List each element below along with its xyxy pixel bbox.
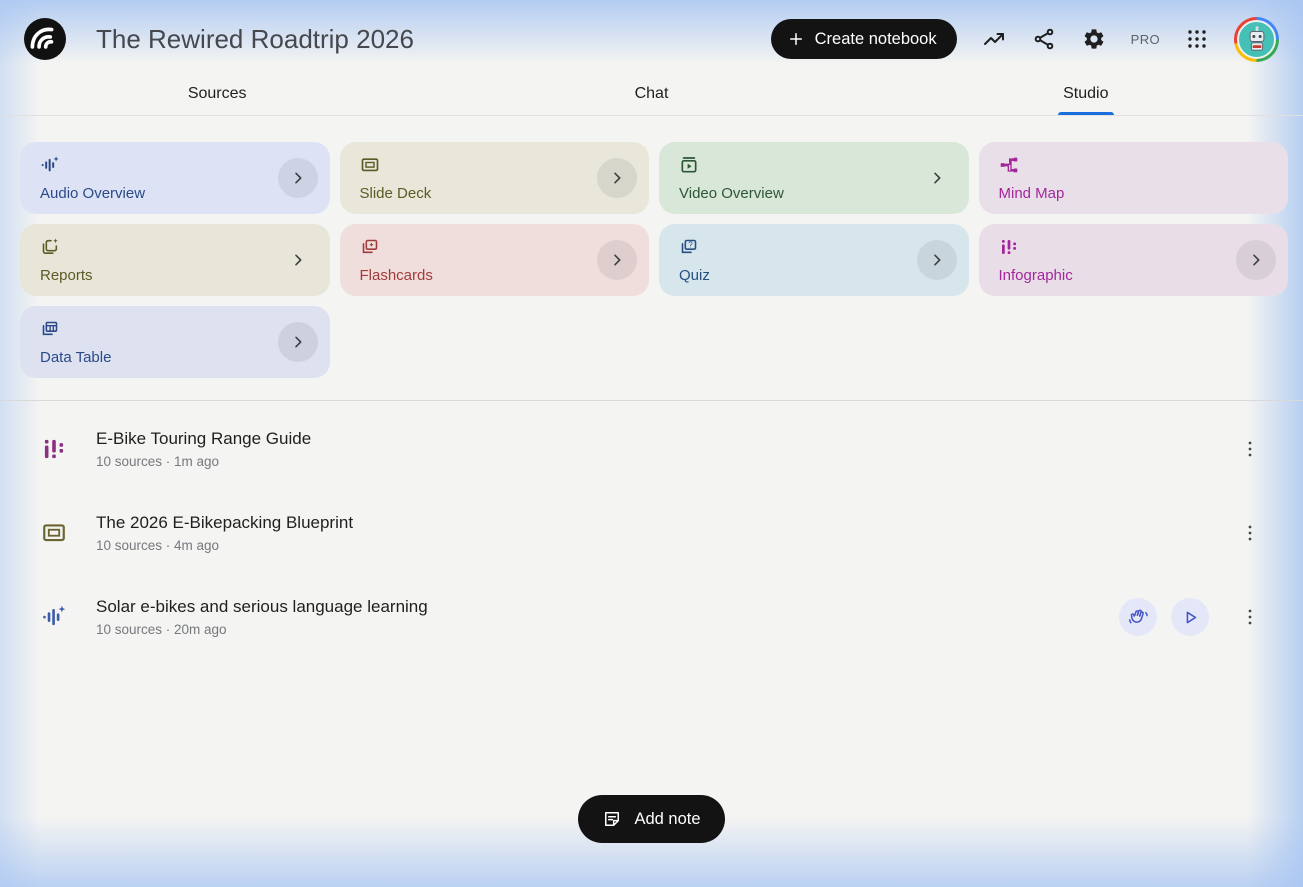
header-actions: Create notebook PRO xyxy=(770,16,1279,62)
audio-waveform-sparkle-icon xyxy=(40,603,68,631)
card-video-overview[interactable]: Video Overview xyxy=(659,142,969,214)
artifact-meta: 10 sources · 20m ago xyxy=(96,622,227,637)
share-icon[interactable] xyxy=(1031,26,1057,52)
pro-badge: PRO xyxy=(1130,31,1160,47)
notebooklm-logo-icon[interactable] xyxy=(24,18,66,60)
list-item-slide-deck-artifact[interactable]: The 2026 E-Bikepacking Blueprint 10 sour… xyxy=(26,491,1277,575)
avatar-robot-image xyxy=(1237,19,1276,59)
slide-deck-icon xyxy=(40,519,68,547)
card-reports[interactable]: Reports xyxy=(20,224,330,296)
data-table-icon xyxy=(42,321,58,336)
tab-sources[interactable]: Sources xyxy=(0,72,434,115)
chevron-right-icon[interactable] xyxy=(597,158,637,198)
play-audio-icon[interactable] xyxy=(1171,598,1209,636)
tab-studio[interactable]: Studio xyxy=(869,72,1303,115)
card-quiz[interactable]: ? Quiz xyxy=(659,224,969,296)
interactive-mode-hand-icon[interactable] xyxy=(1119,598,1157,636)
artifact-list: E-Bike Touring Range Guide 10 sources · … xyxy=(0,401,1303,659)
reports-sparkle-icon xyxy=(42,238,58,254)
card-flashcards[interactable]: Flashcards xyxy=(339,224,649,296)
svg-text:?: ? xyxy=(688,240,693,249)
plus-icon xyxy=(787,30,805,48)
more-options-icon[interactable] xyxy=(1237,604,1263,630)
chevron-right-icon[interactable] xyxy=(597,240,637,280)
artifact-meta: 10 sources · 1m ago xyxy=(96,454,220,469)
video-overview-icon xyxy=(681,157,697,173)
list-item-infographic-artifact[interactable]: E-Bike Touring Range Guide 10 sources · … xyxy=(26,407,1277,491)
notebook-title[interactable]: The Rewired Roadtrip 2026 xyxy=(96,24,414,55)
add-note-label: Add note xyxy=(634,809,701,828)
more-options-icon[interactable] xyxy=(1237,436,1263,462)
infographic-bars-icon xyxy=(1001,240,1016,254)
card-data-table[interactable]: Data Table xyxy=(20,306,330,378)
create-notebook-button[interactable]: Create notebook xyxy=(770,19,957,59)
chevron-right-icon[interactable] xyxy=(916,240,957,280)
settings-gear-icon[interactable] xyxy=(1081,26,1107,52)
chevron-right-icon[interactable] xyxy=(917,158,957,198)
chevron-right-icon[interactable] xyxy=(277,322,318,362)
list-item-audio-artifact[interactable]: Solar e-bikes and serious language learn… xyxy=(26,575,1277,659)
card-mind-map[interactable]: Mind Map xyxy=(978,142,1288,214)
artifact-title: The 2026 E-Bikepacking Blueprint xyxy=(96,513,354,532)
notebooklm-studio-page: The Rewired Roadtrip 2026 Create noteboo… xyxy=(0,0,1303,887)
card-infographic[interactable]: Infographic xyxy=(978,224,1288,296)
note-icon xyxy=(602,809,622,829)
active-tab-underline xyxy=(1057,112,1114,115)
tab-chat[interactable]: Chat xyxy=(434,72,868,115)
app-header: The Rewired Roadtrip 2026 Create noteboo… xyxy=(0,0,1303,72)
google-apps-grid-icon[interactable] xyxy=(1184,26,1210,52)
add-note-button[interactable]: Add note xyxy=(578,795,725,843)
flashcards-star-icon xyxy=(362,239,377,254)
card-slide-deck[interactable]: Slide Deck xyxy=(339,142,649,214)
mind-map-icon xyxy=(1000,157,1017,173)
artifact-title: Solar e-bikes and serious language learn… xyxy=(96,597,428,616)
card-audio-overview[interactable]: Audio Overview xyxy=(20,142,330,214)
panel-tabs: Sources Chat Studio xyxy=(0,72,1303,116)
user-avatar[interactable] xyxy=(1234,16,1279,62)
more-options-icon[interactable] xyxy=(1237,520,1263,546)
create-notebook-label: Create notebook xyxy=(814,29,937,48)
analytics-trending-up-icon[interactable] xyxy=(981,26,1007,52)
chevron-right-icon[interactable] xyxy=(277,158,318,198)
artifact-title: E-Bike Touring Range Guide xyxy=(96,429,312,448)
studio-card-grid: Audio Overview Slide Deck Video Overview xyxy=(0,116,1303,400)
quiz-cards-icon: ? xyxy=(681,239,697,254)
audio-waveform-sparkle-icon xyxy=(41,156,59,172)
artifact-meta: 10 sources · 4m ago xyxy=(96,538,220,553)
chevron-right-icon[interactable] xyxy=(1236,240,1276,280)
add-note-container: Add note xyxy=(0,795,1303,843)
infographic-bars-icon xyxy=(40,435,68,463)
slide-deck-icon xyxy=(361,158,378,172)
chevron-right-icon[interactable] xyxy=(278,240,318,280)
